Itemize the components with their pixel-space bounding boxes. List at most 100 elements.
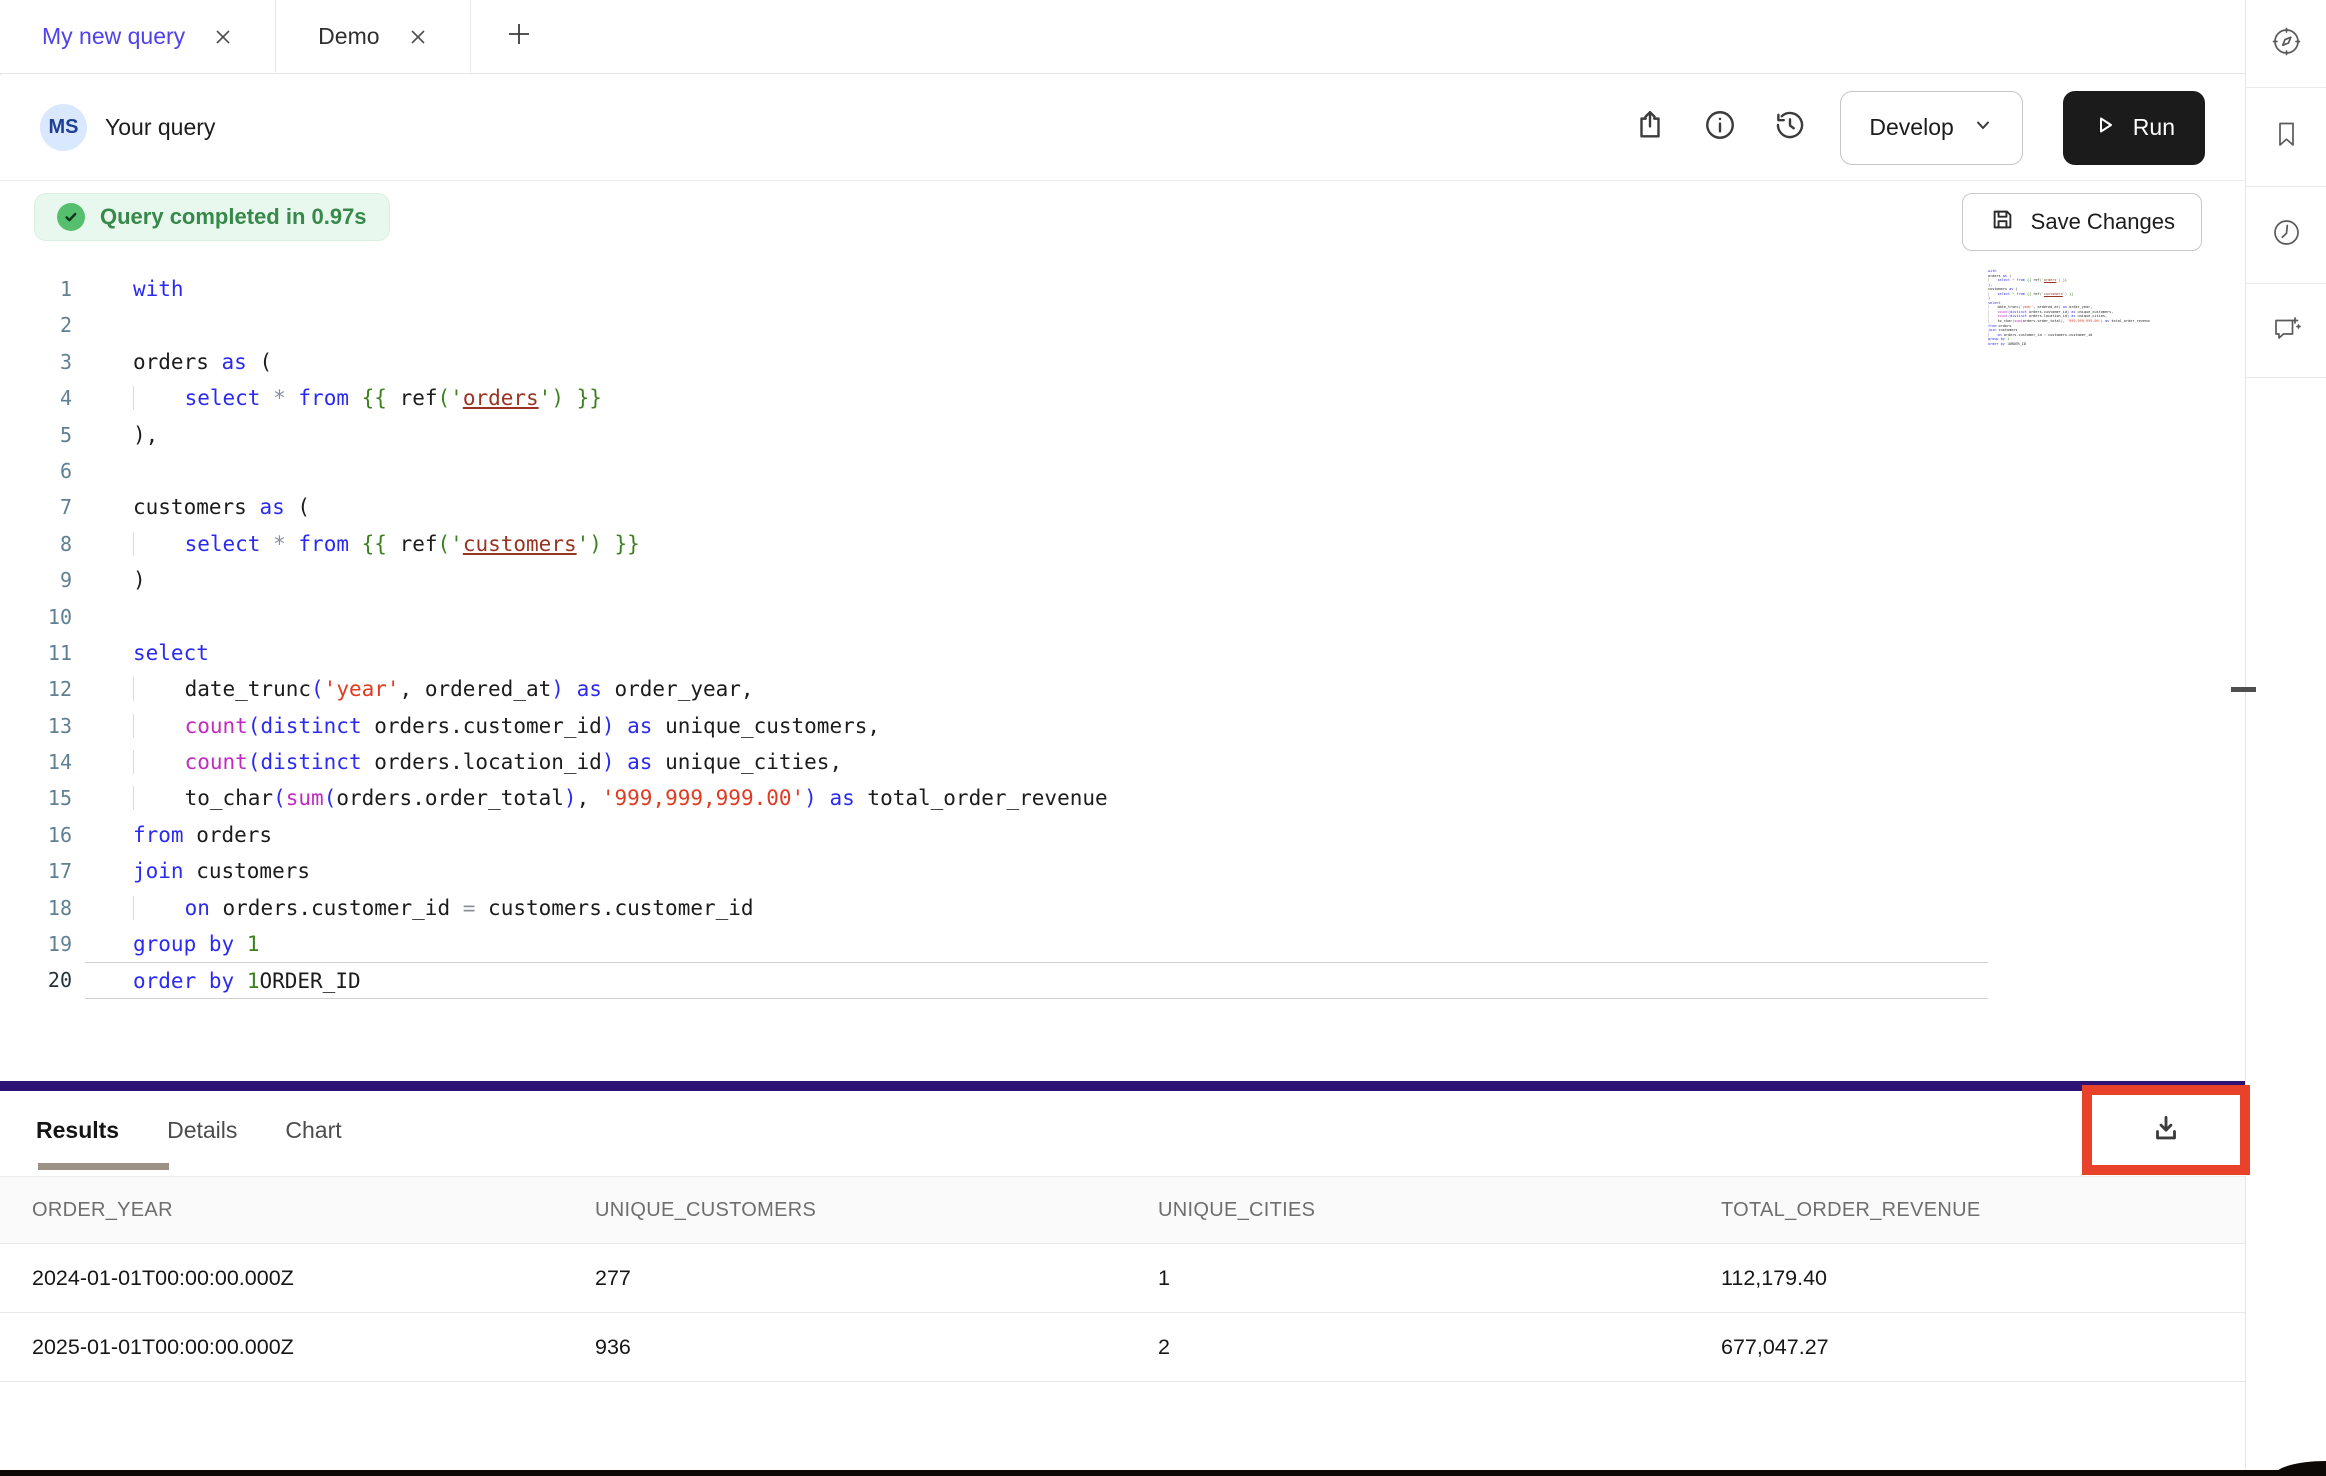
code-line-11[interactable]: 11 select [0, 635, 2245, 671]
compass-icon [2270, 25, 2303, 63]
sql-editor[interactable]: Query completed in 0.97s Save Changes 1w… [0, 181, 2245, 1081]
line-number: 11 [0, 635, 72, 671]
code-text[interactable]: to_char(sum(orders.order_total), '999,99… [85, 780, 1988, 816]
ai-chat-button[interactable] [2246, 284, 2326, 378]
code-text[interactable]: select * from {{ ref('customers') }} [85, 526, 1988, 562]
tab-label: Demo [318, 23, 379, 50]
table-row[interactable]: 2025-01-01T00:00:00.000Z9362677,047.27 [0, 1313, 2252, 1382]
line-number: 14 [0, 744, 72, 780]
code-text[interactable] [85, 599, 1988, 635]
line-number: 10 [0, 599, 72, 635]
code-text[interactable]: date_trunc('year', ordered_at) as order_… [85, 671, 1988, 707]
code-text[interactable]: on orders.customer_id = customers.custom… [85, 890, 1988, 926]
code-text[interactable]: group by 1 [85, 926, 1988, 962]
close-icon[interactable] [213, 27, 233, 47]
code-text[interactable]: join customers [85, 853, 1988, 889]
bottom-window-edge [0, 1470, 2326, 1476]
code-text[interactable]: customers as ( [85, 489, 1988, 525]
table-cell: 112,179.40 [1689, 1266, 2252, 1291]
line-number: 19 [0, 926, 72, 962]
code-lines[interactable]: 1with23 orders as (4 select * from {{ ref… [0, 271, 2245, 999]
info-icon [1703, 108, 1737, 147]
code-text[interactable]: order by 1ORDER_ID [85, 962, 1988, 998]
tab-results[interactable]: Results [36, 1117, 119, 1144]
code-text[interactable]: select * from {{ ref('orders') }} [85, 380, 1988, 416]
develop-label: Develop [1869, 114, 1953, 141]
tab-demo[interactable]: Demo [276, 0, 470, 73]
table-row[interactable]: 2024-01-01T00:00:00.000Z2771112,179.40 [0, 1244, 2252, 1313]
code-line-13[interactable]: 13 count(distinct orders.customer_id) as… [0, 708, 2245, 744]
code-line-14[interactable]: 14 count(distinct orders.location_id) as… [0, 744, 2245, 780]
table-cell: 2024-01-01T00:00:00.000Z [0, 1266, 563, 1291]
code-line-16[interactable]: 16from orders [0, 817, 2245, 853]
run-button[interactable]: Run [2063, 91, 2205, 165]
column-header: TOTAL_ORDER_REVENUE [1689, 1199, 2252, 1222]
code-line-17[interactable]: 17join customers [0, 853, 2245, 889]
check-circle-icon [57, 203, 85, 231]
code-line-18[interactable]: 18 on orders.customer_id = customers.cus… [0, 890, 2245, 926]
develop-dropdown[interactable]: Develop [1840, 91, 2022, 165]
code-text[interactable]: ) [85, 562, 1988, 598]
code-line-8[interactable]: 8 select * from {{ ref('customers') }} [0, 526, 2245, 562]
scrollbar-thumb[interactable] [2231, 687, 2256, 692]
header-actions: Develop Run [1630, 91, 2205, 165]
bookmark-icon [2270, 118, 2303, 156]
right-sidebar [2245, 0, 2326, 1476]
code-line-6[interactable]: 6 [0, 453, 2245, 489]
save-label: Save Changes [2031, 209, 2175, 235]
download-button[interactable] [2149, 1111, 2183, 1150]
recent-button[interactable] [2246, 187, 2326, 284]
code-text[interactable]: from orders [85, 817, 1988, 853]
code-text[interactable]: select [85, 635, 1988, 671]
line-number: 12 [0, 671, 72, 707]
code-text[interactable]: with [85, 271, 1988, 307]
avatar: MS [40, 104, 87, 151]
save-changes-button[interactable]: Save Changes [1962, 193, 2202, 251]
page-title: Your query [105, 114, 215, 141]
tab-details[interactable]: Details [167, 1117, 237, 1144]
code-text[interactable]: orders as ( [85, 344, 1988, 380]
code-text[interactable]: ), [85, 417, 1988, 453]
code-text[interactable]: count(distinct orders.location_id) as un… [85, 744, 1988, 780]
close-icon[interactable] [408, 27, 428, 47]
line-number: 15 [0, 780, 72, 816]
code-text[interactable]: count(distinct orders.customer_id) as un… [85, 708, 1988, 744]
line-number: 13 [0, 708, 72, 744]
explore-button[interactable] [2246, 0, 2326, 88]
code-line-20[interactable]: 20order by 1ORDER_ID [0, 962, 2245, 998]
share-button[interactable] [1630, 108, 1670, 148]
tab-chart[interactable]: Chart [285, 1117, 341, 1144]
editor-minimap[interactable]: withorders as ( select * from {{ ref('or… [1988, 269, 2150, 365]
tab-my-new-query[interactable]: My new query [0, 0, 276, 73]
minimap-line: to_char(sum(orders.order_total), '999,99… [1988, 319, 2150, 324]
code-line-5[interactable]: 5), [0, 417, 2245, 453]
code-text[interactable] [85, 307, 1988, 343]
history-icon [1773, 108, 1807, 147]
code-line-10[interactable]: 10 [0, 599, 2245, 635]
line-number: 6 [0, 453, 72, 489]
table-cell: 677,047.27 [1689, 1335, 2252, 1360]
new-tab-button[interactable] [471, 0, 567, 73]
bookmarks-button[interactable] [2246, 88, 2326, 187]
code-text[interactable] [85, 453, 1988, 489]
line-number: 7 [0, 489, 72, 525]
line-number: 8 [0, 526, 72, 562]
code-line-7[interactable]: 7 customers as ( [0, 489, 2245, 525]
code-line-4[interactable]: 4 select * from {{ ref('orders') }} [0, 380, 2245, 416]
table-header-row: ORDER_YEAR UNIQUE_CUSTOMERS UNIQUE_CITIE… [0, 1176, 2252, 1244]
save-icon [1989, 206, 2016, 239]
info-button[interactable] [1700, 108, 1740, 148]
pane-resize-handle[interactable] [0, 1081, 2245, 1091]
code-line-12[interactable]: 12 date_trunc('year', ordered_at) as ord… [0, 671, 2245, 707]
code-line-1[interactable]: 1with [0, 271, 2245, 307]
editor-tab-bar: My new query Demo [0, 0, 2245, 74]
clock-icon [2270, 216, 2303, 254]
code-line-3[interactable]: 3 orders as ( [0, 344, 2245, 380]
line-number: 3 [0, 344, 72, 380]
history-button[interactable] [1770, 108, 1810, 148]
code-line-19[interactable]: 19 group by 1 [0, 926, 2245, 962]
code-line-9[interactable]: 9) [0, 562, 2245, 598]
column-header: UNIQUE_CITIES [1126, 1199, 1689, 1222]
code-line-2[interactable]: 2 [0, 307, 2245, 343]
code-line-15[interactable]: 15 to_char(sum(orders.order_total), '999… [0, 780, 2245, 816]
